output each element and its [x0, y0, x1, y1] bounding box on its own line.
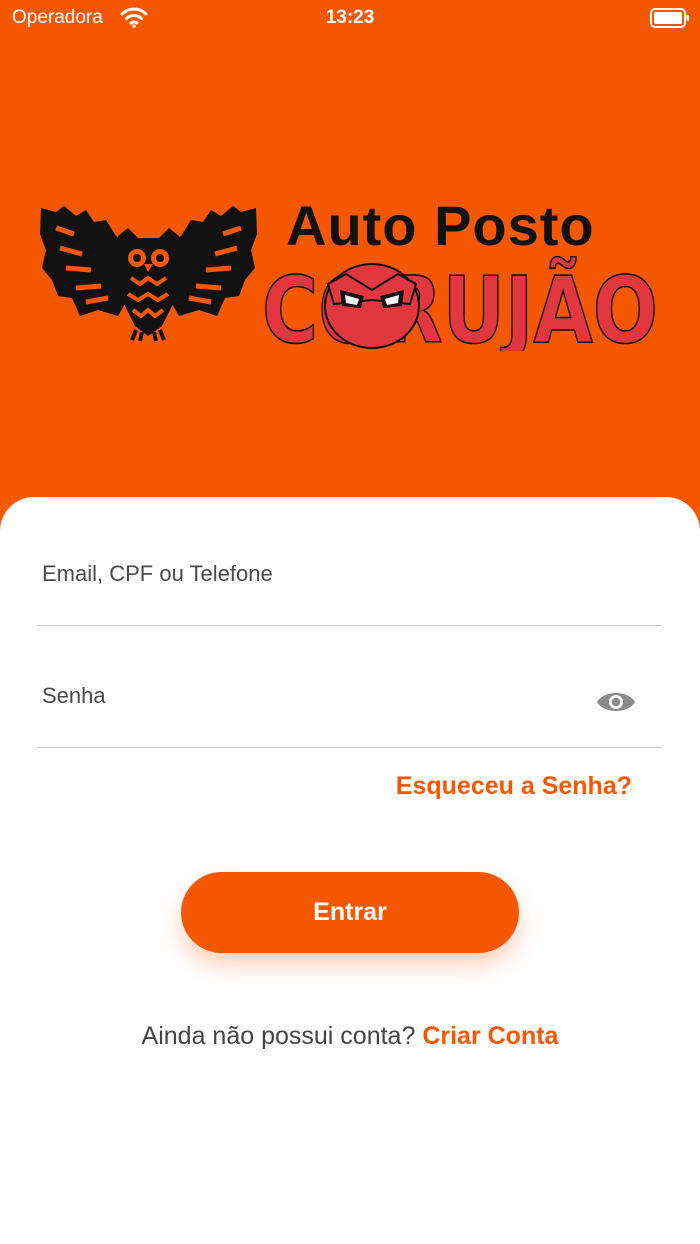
- password-input[interactable]: [42, 679, 582, 713]
- password-field[interactable]: [38, 669, 662, 748]
- battery-icon: [650, 8, 690, 28]
- logo-corujao-text: CORUJÃO: [262, 256, 658, 351]
- create-account-link[interactable]: Criar Conta: [422, 1022, 558, 1050]
- logo-line-corujao: CORUJÃO: [260, 255, 660, 365]
- owl-mask-icon: [324, 263, 420, 349]
- logo-line-auto-posto: Auto Posto: [286, 194, 595, 257]
- brand-logo: Auto Posto CORUJÃO: [36, 190, 666, 365]
- forgot-password-link[interactable]: Esqueceu a Senha?: [396, 769, 632, 803]
- signup-prompt: Ainda não possui conta?: [141, 1022, 423, 1050]
- owl-icon: [36, 198, 261, 343]
- email-field[interactable]: [38, 547, 662, 626]
- login-card: Esqueceu a Senha? Entrar Ainda não possu…: [0, 497, 700, 1244]
- login-button[interactable]: Entrar: [181, 872, 519, 953]
- signup-row: Ainda não possui conta? Criar Conta: [0, 1019, 700, 1053]
- email-input[interactable]: [42, 557, 582, 591]
- status-bar: Operadora 13:23: [0, 0, 700, 36]
- eye-icon[interactable]: [596, 685, 636, 719]
- status-time: 13:23: [325, 7, 375, 28]
